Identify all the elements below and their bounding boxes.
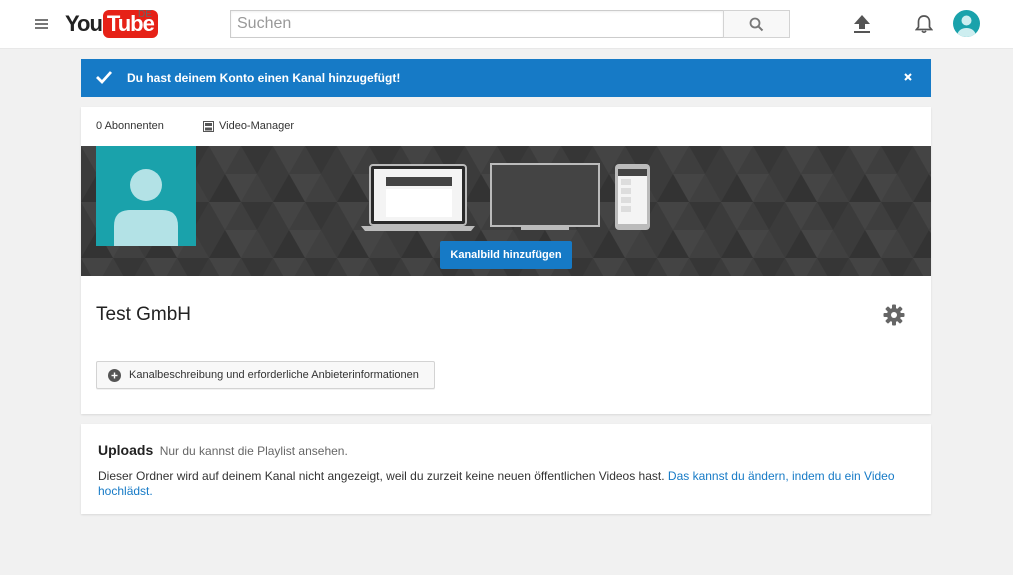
- check-icon: [96, 71, 113, 85]
- country-code: DE: [138, 9, 152, 20]
- add-description-label: Kanalbeschreibung und erforderliche Anbi…: [129, 369, 419, 381]
- subscriber-count: 0 Abonnenten: [96, 120, 164, 132]
- add-description-button[interactable]: Kanalbeschreibung und erforderliche Anbi…: [96, 361, 435, 389]
- uploads-subtitle: Nur du kannst die Playlist ansehen.: [159, 444, 348, 458]
- alert-message: Du hast deinem Konto einen Kanal hinzuge…: [127, 71, 401, 85]
- masthead: You Tube DE: [0, 0, 1013, 49]
- logo-you: You: [65, 11, 103, 36]
- search-input[interactable]: [231, 11, 723, 37]
- uploads-empty-message: Dieser Ordner wird auf deinem Kanal nich…: [98, 469, 908, 499]
- guide-menu-icon[interactable]: [32, 14, 52, 34]
- youtube-logo[interactable]: You Tube DE: [65, 9, 158, 39]
- add-channel-art-button[interactable]: Kanalbild hinzufügen: [440, 241, 572, 269]
- channel-banner: Kanalbild hinzufügen: [81, 146, 931, 276]
- video-manager-label: Video-Manager: [219, 120, 295, 132]
- gear-icon[interactable]: [882, 303, 906, 327]
- upload-icon: [854, 15, 870, 33]
- account-avatar[interactable]: [953, 10, 980, 37]
- uploads-empty-text: Dieser Ordner wird auf deinem Kanal nich…: [98, 469, 665, 483]
- channel-subbar: 0 Abonnenten Video-Manager: [81, 107, 931, 146]
- uploads-section: Uploads Nur du kannst die Playlist anseh…: [81, 424, 931, 514]
- channel-created-alert: Du hast deinem Konto einen Kanal hinzuge…: [81, 59, 931, 97]
- notifications-button[interactable]: [912, 12, 936, 36]
- close-icon[interactable]: [901, 70, 915, 84]
- user-icon: [957, 15, 976, 37]
- channel-icon[interactable]: [96, 146, 196, 246]
- search-icon: [749, 17, 764, 31]
- uploads-title: Uploads: [98, 442, 154, 458]
- channel-header-card: 0 Abonnenten Video-Manager Kanalbild hin…: [81, 107, 931, 414]
- search-box: [230, 10, 723, 38]
- bell-icon: [915, 15, 933, 34]
- tv-device-illustration: [490, 163, 600, 230]
- user-icon: [114, 169, 178, 246]
- upload-button[interactable]: [850, 12, 874, 36]
- search-button[interactable]: [723, 10, 790, 38]
- video-manager-link[interactable]: Video-Manager: [203, 120, 294, 132]
- video-manager-icon: [203, 120, 214, 132]
- uploads-header: Uploads Nur du kannst die Playlist anseh…: [98, 442, 348, 460]
- plus-circle-icon: [108, 368, 121, 382]
- laptop-device-illustration: [361, 164, 475, 231]
- phone-device-illustration: [615, 164, 650, 230]
- channel-title: Test GmbH: [96, 304, 192, 325]
